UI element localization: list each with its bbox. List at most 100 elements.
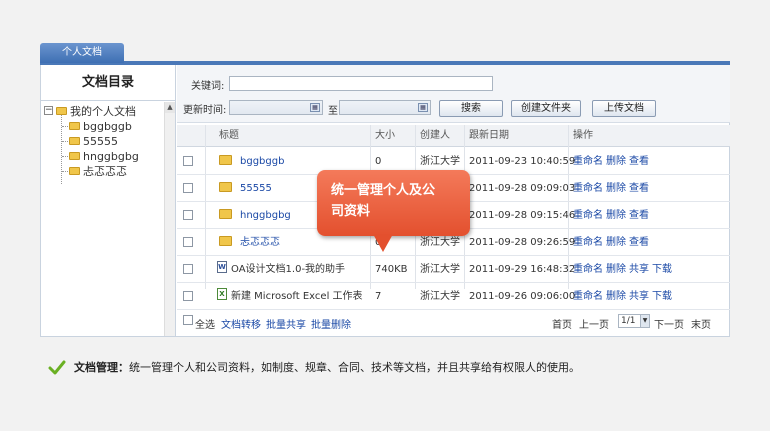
row-actions: 重命名 删除 查看 bbox=[573, 202, 652, 229]
tree-item-tante[interactable]: 忐忑忑忑 bbox=[69, 164, 127, 179]
header-creator: 创建人 bbox=[420, 130, 450, 141]
row-action-link[interactable]: 删除 bbox=[606, 210, 626, 221]
create-folder-button[interactable]: 创建文件夹 bbox=[511, 100, 581, 117]
row-title-text: 55555 bbox=[240, 183, 272, 194]
date-from-input[interactable]: ▦ bbox=[229, 100, 323, 115]
folder-icon bbox=[69, 167, 80, 175]
row-checkbox[interactable] bbox=[183, 183, 193, 193]
search-area: 关键词: 更新时间: ▦ 至 ▦ 搜索 创建文件夹 上传文档 bbox=[177, 65, 730, 123]
tree-item-label: bggbggb bbox=[83, 120, 132, 133]
scroll-up-arrow-icon[interactable]: ▲ bbox=[165, 102, 175, 113]
row-action-link[interactable]: 删除 bbox=[606, 291, 626, 302]
tree-item-bggbggb[interactable]: bggbggb bbox=[69, 119, 132, 134]
row-action-link[interactable]: 下载 bbox=[652, 291, 672, 302]
row-title[interactable]: hnggbgbg bbox=[219, 202, 291, 229]
description-text: 统一管理个人和公司资料，如制度、规章、合同、技术等文档，并且共享给有权限人的使用… bbox=[129, 361, 580, 374]
row-action-link[interactable]: 共享 bbox=[629, 291, 649, 302]
row-action-link[interactable]: 重命名 bbox=[573, 291, 603, 302]
row-checkbox[interactable] bbox=[183, 291, 193, 301]
row-title[interactable]: 55555 bbox=[219, 175, 272, 202]
row-creator: 浙江大学 bbox=[420, 291, 460, 302]
row-title[interactable]: X 新建 Microsoft Excel 工作表 bbox=[217, 283, 363, 310]
row-checkbox[interactable] bbox=[183, 210, 193, 220]
row-action-link[interactable]: 删除 bbox=[606, 264, 626, 275]
row-title[interactable]: W OA设计文档1.0-我的助手 bbox=[217, 256, 345, 283]
row-action-link[interactable]: 重命名 bbox=[573, 156, 603, 167]
row-title-text: bggbggb bbox=[240, 156, 285, 167]
row-action-link[interactable]: 查看 bbox=[629, 156, 649, 167]
row-date: 2011-09-28 09:15:46 bbox=[469, 210, 576, 221]
calendar-icon[interactable]: ▦ bbox=[418, 103, 428, 112]
row-actions: 重命名 删除 查看 bbox=[573, 229, 652, 256]
row-date: 2011-09-28 09:26:59 bbox=[469, 237, 576, 248]
table-row[interactable]: X 新建 Microsoft Excel 工作表 7 浙江大学 2011-09-26 0… bbox=[177, 283, 730, 310]
chevron-down-icon[interactable]: ▼ bbox=[640, 315, 649, 327]
date-label: 更新时间: bbox=[183, 105, 227, 116]
upload-button[interactable]: 上传文档 bbox=[592, 100, 656, 117]
row-title[interactable]: bggbggb bbox=[219, 148, 284, 175]
row-actions: 重命名 删除 查看 bbox=[573, 148, 652, 175]
page-select[interactable]: 1/1 ▼ bbox=[618, 314, 650, 328]
tree-item-label: 55555 bbox=[83, 135, 118, 148]
date-to-input[interactable]: ▦ bbox=[339, 100, 431, 115]
batch-share-link[interactable]: 批量共享 bbox=[266, 316, 306, 331]
sidebar-scrollbar[interactable]: ▲ bbox=[164, 102, 175, 336]
callout-line-2: 司资料 bbox=[331, 204, 371, 219]
row-action-link[interactable]: 重命名 bbox=[573, 237, 603, 248]
first-page-link[interactable]: 首页 bbox=[552, 316, 572, 331]
row-action-link[interactable]: 删除 bbox=[606, 156, 626, 167]
row-action-link[interactable]: 删除 bbox=[606, 183, 626, 194]
row-action-link[interactable]: 删除 bbox=[606, 237, 626, 248]
row-action-link[interactable]: 查看 bbox=[629, 237, 649, 248]
row-title-text: 新建 Microsoft Excel 工作表 bbox=[231, 291, 363, 302]
row-date: 2011-09-26 09:06:00 bbox=[469, 291, 576, 302]
table-footer: 全选 文档转移 批量共享 批量删除 首页 上一页 1/1 ▼ 下一页 末页 bbox=[177, 307, 730, 335]
tree-item-55555[interactable]: 55555 bbox=[69, 134, 118, 149]
row-title[interactable]: 忐忑忑忑 bbox=[219, 229, 280, 256]
row-date: 2011-09-28 09:09:03 bbox=[469, 183, 576, 194]
folder-tree: − 我的个人文档 bggbggb 55555 hnggbgbg 忐忑忑忑 bbox=[41, 102, 165, 336]
tree-item-hnggbgbg[interactable]: hnggbgbg bbox=[69, 149, 139, 164]
last-page-link[interactable]: 末页 bbox=[691, 316, 711, 331]
header-ops: 操作 bbox=[573, 130, 593, 141]
row-action-link[interactable]: 下载 bbox=[652, 264, 672, 275]
collapse-toggle-icon[interactable]: − bbox=[44, 106, 53, 115]
row-checkbox[interactable] bbox=[183, 237, 193, 247]
row-actions: 重命名 删除 共享 下载 bbox=[573, 283, 675, 310]
folder-icon bbox=[219, 155, 232, 165]
select-all-label: 全选 bbox=[195, 320, 215, 331]
row-checkbox[interactable] bbox=[183, 156, 193, 166]
batch-delete-link[interactable]: 批量删除 bbox=[311, 316, 351, 331]
keyword-input[interactable] bbox=[229, 76, 493, 91]
move-docs-link[interactable]: 文档转移 bbox=[221, 316, 261, 331]
tab-bar: 个人文档 bbox=[40, 40, 730, 65]
excel-file-icon: X bbox=[217, 288, 227, 300]
next-page-link[interactable]: 下一页 bbox=[654, 316, 684, 331]
page-select-value: 1/1 bbox=[621, 316, 636, 326]
row-action-link[interactable]: 重命名 bbox=[573, 183, 603, 194]
row-action-link[interactable]: 查看 bbox=[629, 210, 649, 221]
tree-item-label: 忐忑忑忑 bbox=[83, 165, 127, 178]
row-action-link[interactable]: 共享 bbox=[629, 264, 649, 275]
row-date: 2011-09-29 16:48:32 bbox=[469, 264, 576, 275]
row-title-text: OA设计文档1.0-我的助手 bbox=[231, 264, 346, 275]
row-action-link[interactable]: 重命名 bbox=[573, 210, 603, 221]
row-actions: 重命名 删除 共享 下载 bbox=[573, 256, 675, 283]
folder-icon bbox=[219, 209, 232, 219]
date-to-label: 至 bbox=[328, 106, 338, 117]
tree-root[interactable]: 我的个人文档 bbox=[56, 104, 136, 119]
row-action-link[interactable]: 重命名 bbox=[573, 264, 603, 275]
tree-guide bbox=[61, 114, 62, 184]
row-checkbox[interactable] bbox=[183, 264, 193, 274]
callout-pointer bbox=[373, 234, 393, 252]
row-size: 740KB bbox=[375, 264, 408, 275]
calendar-icon[interactable]: ▦ bbox=[310, 103, 320, 112]
folder-icon bbox=[219, 182, 232, 192]
table-row[interactable]: W OA设计文档1.0-我的助手 740KB 浙江大学 2011-09-29 16:48… bbox=[177, 256, 730, 283]
select-all-checkbox[interactable] bbox=[183, 315, 193, 325]
search-button[interactable]: 搜索 bbox=[439, 100, 503, 117]
prev-page-link[interactable]: 上一页 bbox=[579, 316, 609, 331]
tab-personal-docs[interactable]: 个人文档 bbox=[40, 43, 124, 63]
row-action-link[interactable]: 查看 bbox=[629, 183, 649, 194]
folder-icon bbox=[69, 152, 80, 160]
